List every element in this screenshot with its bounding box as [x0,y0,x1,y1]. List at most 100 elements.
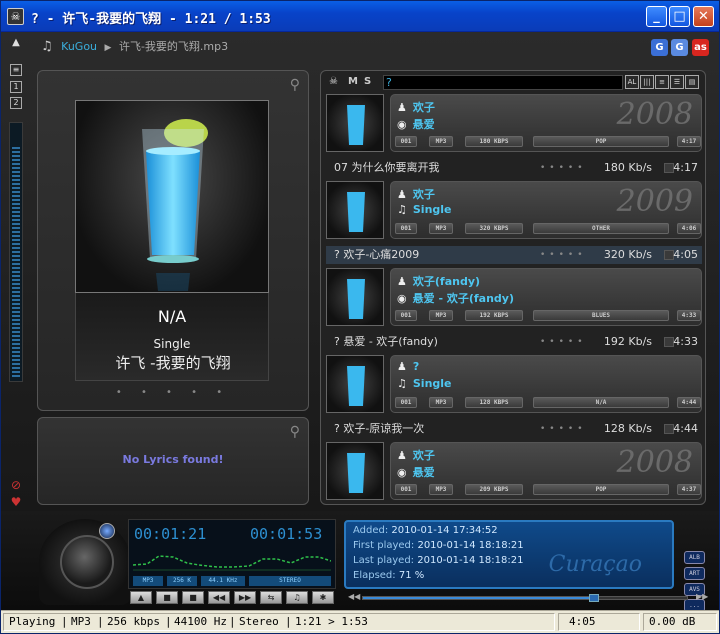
app-logo-icon[interactable]: ☠ [7,8,24,25]
mode-m-button[interactable]: M [348,75,358,89]
chip-format: MP3 [429,484,453,495]
mode-s-button[interactable]: S [364,75,371,89]
track-row-selected[interactable]: ? 欢子-心痛2009 ••••• 320 Kb/s 4:05 [326,246,702,264]
track-bitrate: 192 Kb/s [603,335,652,348]
view-1-icon[interactable]: 1 [10,81,22,93]
close-button[interactable]: ✕ [693,6,714,27]
google-plus-icon[interactable]: G [671,39,688,56]
album-group[interactable]: 2008 ♟ 欢子 ◉ 悬爱 001 MP3 209 KBPS POP 4:37 [326,442,702,504]
album-thumbnail[interactable] [326,94,384,152]
track-duration: 4:17 [673,161,698,174]
maximize-button[interactable]: □ [669,6,690,27]
view-2-icon[interactable]: 2 [10,97,22,109]
album-group[interactable]: 2008 ♟ 欢子 ◉ 悬爱 001 MP3 180 KBPS POP 4:17 [326,94,702,156]
next-button[interactable]: ▶▶ [234,591,256,604]
album-artist[interactable]: ? [413,360,419,373]
minimize-button[interactable]: _ [646,6,667,27]
search-icon[interactable]: ⚲ [290,77,300,93]
seek-handle[interactable] [589,594,600,602]
artist-name: N/A [157,307,187,326]
seek-back-icon[interactable]: ◀◀ [348,592,360,601]
album-group[interactable]: ♟? ♫ Single 001 MP3 128 KBPS N/A 4:44 [326,355,702,417]
lyrics-search-icon[interactable]: ⚲ [290,424,300,440]
album-thumbnail[interactable] [326,268,384,326]
track-row[interactable]: 07 为什么你要离开我 ••••• 180 Kb/s 4:17 [326,159,702,177]
album-title[interactable]: 悬爱 [413,118,435,131]
list-view-icon[interactable]: ≡ [655,75,669,89]
album-artist[interactable]: 欢子 [413,449,435,462]
lyrics-panel: ⚲ No Lyrics found! [37,417,309,505]
album-button[interactable]: ALB [684,551,705,564]
album-group[interactable]: 2009 ♟ 欢子 ♫ Single 001 MP3 320 KBPS OTHER … [326,181,702,243]
columns-view-icon[interactable]: ||| [640,75,654,89]
no-lyrics-message: No Lyrics found! [122,453,224,466]
lastfm-icon[interactable]: as [692,39,709,56]
album-thumbnail[interactable] [326,181,384,239]
rating-dots[interactable]: • • • • • [38,387,308,398]
album-view-icon[interactable]: AL [625,75,639,89]
artist-icon: ♟ [397,101,407,114]
status-sep: | [97,615,104,628]
chip-length: 4:06 [677,223,701,234]
stop-button[interactable]: ■ [182,591,204,604]
seek-bar[interactable]: ◀◀ ▶▶ [344,592,708,603]
settings-button[interactable]: ✱ [312,591,334,604]
album-group[interactable]: ♟ 欢子(fandy) ◉ 悬爱 - 欢子(fandy) 001 MP3 192 K… [326,268,702,330]
track-row[interactable]: ? 悬爱 - 欢子(fandy) ••••• 192 Kb/s 4:33 [326,333,702,351]
volume-knob[interactable] [60,535,114,589]
chip-track: 001 [395,397,417,408]
lcd-samplerate: 44.1 KHz [201,576,245,586]
album-year: 2008 [616,97,693,132]
mode-button[interactable] [99,523,115,539]
chip-bitrate: 128 KBPS [465,397,523,408]
artist-button[interactable]: ART [684,567,705,580]
album-artist[interactable]: 欢子 [413,101,435,114]
seek-forward-icon[interactable]: ▶▶ [696,592,708,601]
album-thumbnail[interactable] [326,442,384,500]
breadcrumb-app[interactable]: KuGou [61,40,97,53]
eject-button[interactable]: ▲ [130,591,152,604]
album-title[interactable]: 悬爱 - 欢子(fandy) [413,292,514,305]
track-rating[interactable]: ••••• [540,246,587,264]
chip-length: 4:44 [677,397,701,408]
collapse-up-icon[interactable]: ▲ [10,38,22,50]
skull-icon[interactable]: ☠ [329,75,338,89]
lcd-format: MP3 [133,576,163,586]
added-label: Added: [353,525,389,536]
title-bar[interactable]: ☠ ? - 许飞-我要的飞翔 - 1:21 / 1:53 _ □ ✕ [1,1,719,32]
track-rating[interactable]: ••••• [540,333,587,351]
track-title: ? 悬爱 - 欢子(fandy) [334,335,438,348]
chip-genre: BLUES [533,310,669,321]
album-title[interactable]: Single [413,203,452,216]
playlist-search-input[interactable]: ? [383,75,623,90]
detail-view-icon[interactable]: ☰ [670,75,684,89]
glass-image [142,119,208,291]
grid-view-icon[interactable]: ▤ [685,75,699,89]
list-view-icon[interactable]: ≡ [10,64,22,76]
heart-icon[interactable]: ♥ [10,496,22,509]
album-title[interactable]: Single [413,377,452,390]
track-rating[interactable]: ••••• [540,159,587,177]
volume-meter[interactable] [9,122,23,382]
song-title: 许飞 -我要的飞翔 [115,354,231,372]
pause-button[interactable]: ■ [156,591,178,604]
block-icon[interactable]: ⊘ [10,479,22,492]
music-button[interactable]: ♫ [286,591,308,604]
album-artist[interactable]: 欢子(fandy) [413,275,480,288]
status-gain: 0.00 dB [649,615,696,628]
last-played-value: 2010-01-14 18:18:21 [417,555,524,566]
repeat-button[interactable]: ⇆ [260,591,282,604]
album-title[interactable]: 悬爱 [413,466,435,479]
album-artist[interactable]: 欢子 [413,188,435,201]
breadcrumb: ♫ KuGou ▶ 许飞-我要的飞翔.mp3 [41,38,228,58]
track-row[interactable]: ? 欢子-原谅我一次 ••••• 128 Kb/s 4:44 [326,420,702,438]
track-rating[interactable]: ••••• [540,420,587,438]
seek-track[interactable] [362,594,688,602]
status-bar: Playing | MP3 | 256 kbps | 44100 Hz | St… [1,610,719,633]
google-search-icon[interactable]: G [651,39,668,56]
album-thumbnail[interactable] [326,355,384,413]
album-cover[interactable] [75,100,269,293]
chip-track: 001 [395,136,417,147]
previous-button[interactable]: ◀◀ [208,591,230,604]
visualizer-graphic [133,555,331,571]
